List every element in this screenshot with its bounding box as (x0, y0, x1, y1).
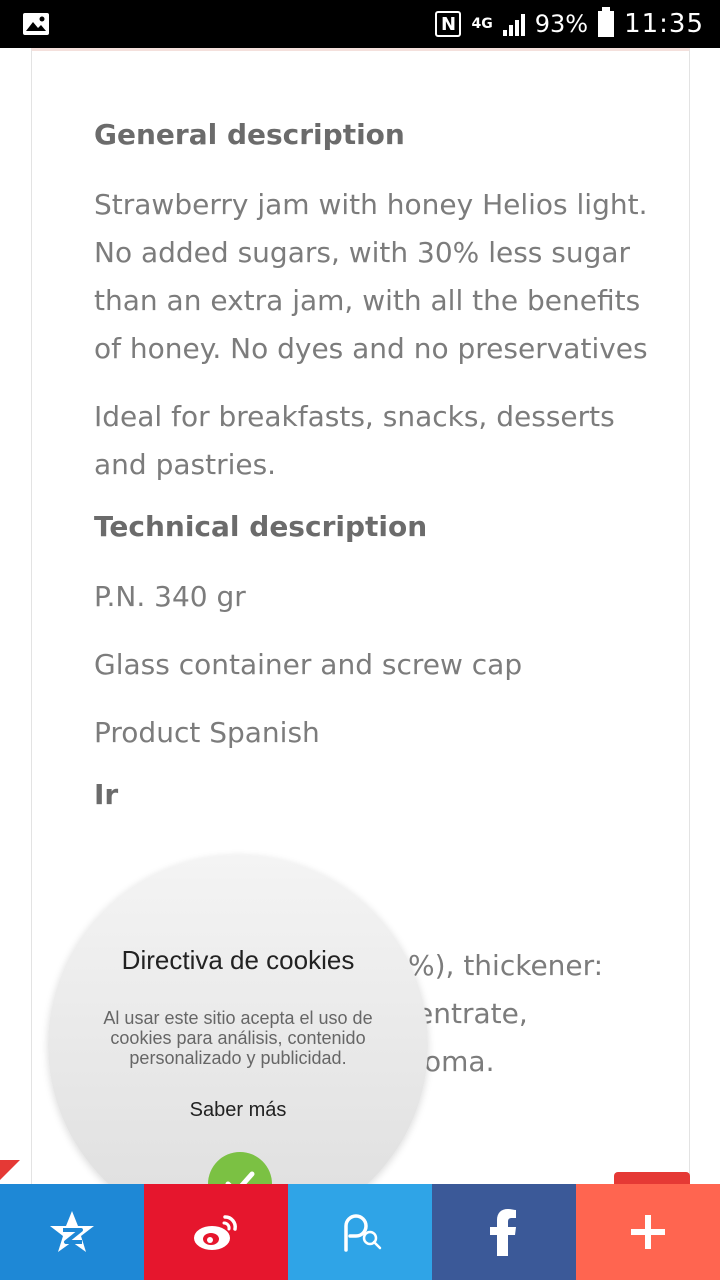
tech-item-container: Glass container and screw cap (94, 648, 523, 681)
share-qzone-button[interactable] (0, 1184, 144, 1280)
description-content: General description Strawberry jam with … (94, 117, 654, 841)
battery-percent: 93% (534, 10, 589, 38)
technical-description-heading: Technical description (94, 510, 428, 543)
tech-item-weight: P.N. 340 gr (94, 580, 246, 613)
share-weibo-button[interactable] (144, 1184, 288, 1280)
ingredients-line-3: oma. (424, 1045, 495, 1078)
ingredients-line-2: entrate, (416, 997, 528, 1030)
clock: 11:35 (624, 9, 704, 39)
battery-icon (598, 7, 615, 37)
cookie-text: Al usar este sitio acepta el uso de cook… (103, 1008, 373, 1068)
corner-ribbon (0, 1160, 20, 1180)
general-description-text: Strawberry jam with honey Helios light. … (94, 188, 648, 365)
share-more-button[interactable] (576, 1184, 720, 1280)
status-bar: N 4G 93% 11:35 (0, 0, 720, 48)
cookie-more-link[interactable]: Saber más (48, 1099, 428, 1122)
share-bar (0, 1184, 720, 1280)
image-notification-icon (22, 12, 50, 36)
signal-strength-icon (502, 12, 525, 36)
pinyou-icon (344, 1214, 382, 1252)
ingredients-heading: Ir (94, 778, 119, 811)
share-pinyou-button[interactable] (288, 1184, 432, 1280)
facebook-icon (490, 1209, 516, 1256)
general-description-heading: General description (94, 118, 405, 151)
network-type-label: 4G (471, 16, 493, 32)
screen: N 4G 93% 11:35 General description Straw… (0, 0, 720, 1280)
weibo-icon (194, 1215, 237, 1250)
share-facebook-button[interactable] (432, 1184, 576, 1280)
plus-icon (631, 1215, 665, 1249)
usage-text: Ideal for breakfasts, snacks, desserts a… (94, 400, 615, 481)
qzone-star-icon (50, 1211, 94, 1252)
ingredients-line-1: %), thickener: (408, 949, 604, 982)
tech-item-origin: Product Spanish (94, 716, 320, 749)
cookie-consent-popup: Directiva de cookies Al usar este sitio … (48, 855, 428, 1235)
nfc-icon: N (435, 11, 462, 37)
cookie-title: Directiva de cookies (121, 945, 355, 975)
